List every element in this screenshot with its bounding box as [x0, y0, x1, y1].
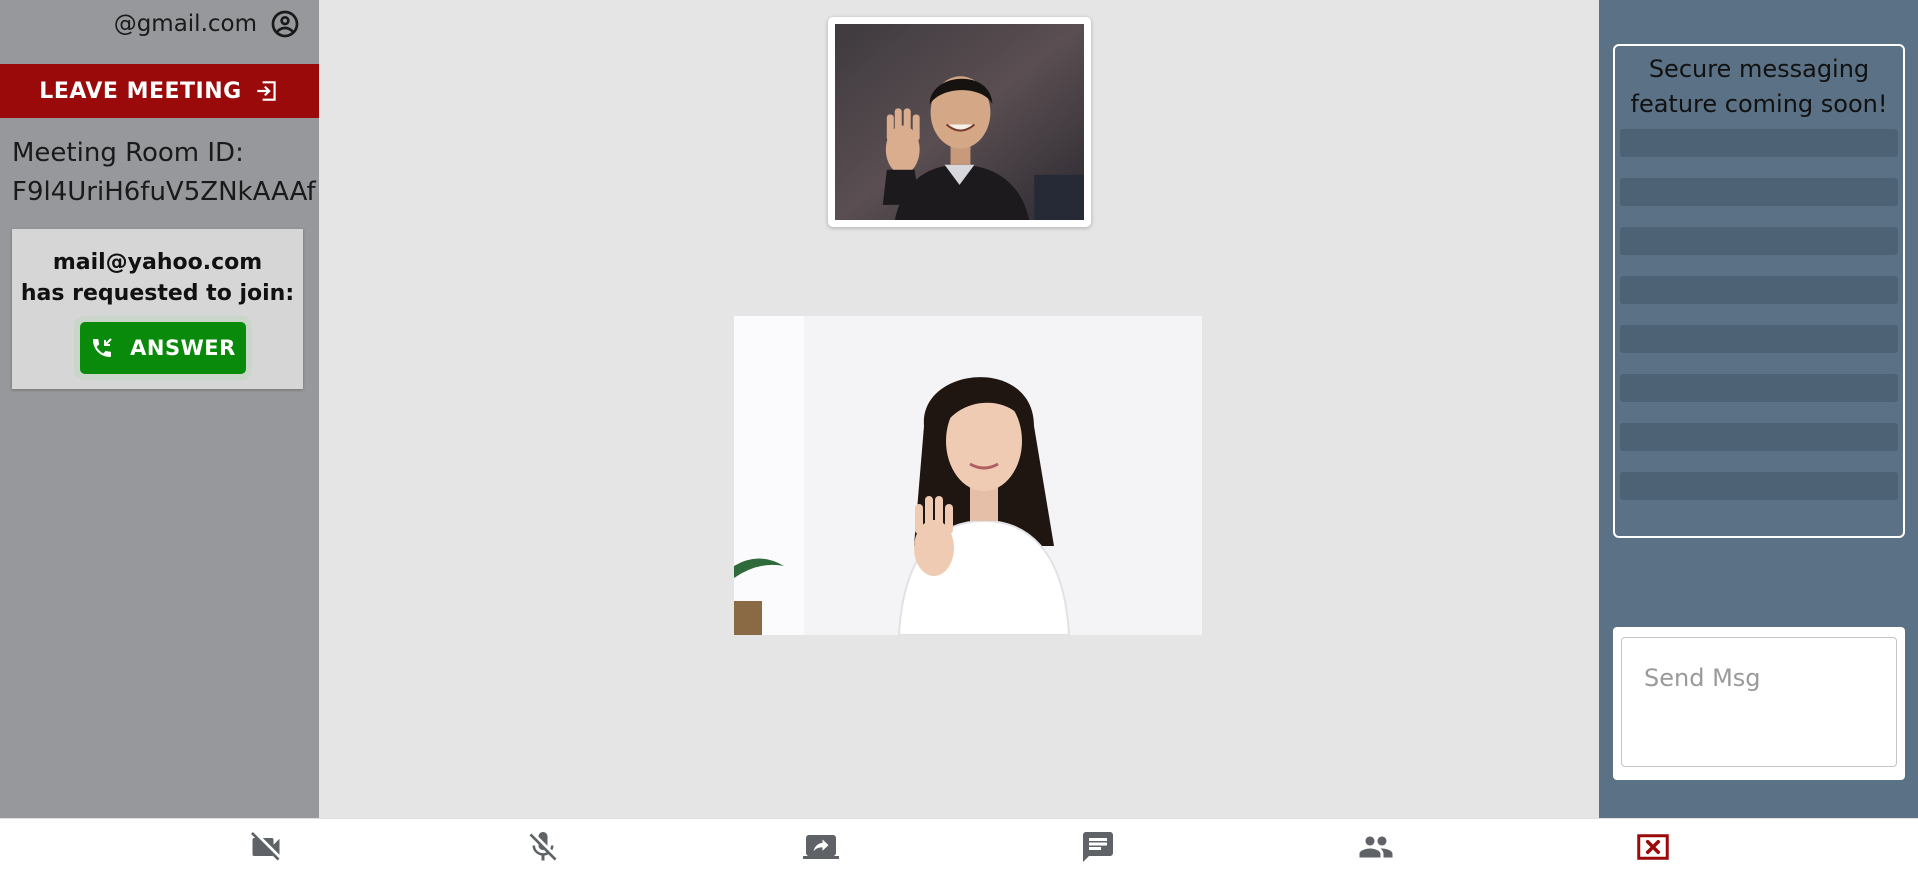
left-sidebar: @gmail.com LEAVE MEETING Meeting Room ID… [0, 0, 319, 818]
message-placeholder-lines [1619, 129, 1899, 500]
mic-off-button[interactable] [523, 829, 563, 865]
chat-notice: Secure messaging feature coming soon! [1630, 55, 1888, 118]
message-list: Secure messaging feature coming soon! [1613, 44, 1905, 538]
exit-icon [256, 81, 276, 101]
chat-button[interactable] [1078, 829, 1118, 865]
leave-meeting-button[interactable]: LEAVE MEETING [0, 64, 319, 118]
videocam-off-icon [251, 832, 280, 861]
room-id-value: F9l4UriH6fuV5ZNkAAAf [12, 177, 316, 207]
close-box-icon [1637, 834, 1669, 860]
join-request-card: mail@yahoo.com has requested to join: AN… [12, 229, 303, 389]
account-email: @gmail.com [113, 11, 257, 37]
leave-meeting-label: LEAVE MEETING [39, 78, 242, 104]
participant-video-woman [734, 316, 1202, 635]
account-circle-icon[interactable] [269, 8, 301, 40]
share-screen-button[interactable] [801, 829, 841, 865]
answer-label: ANSWER [130, 336, 236, 360]
message-line [1620, 423, 1898, 451]
requester-email: mail@yahoo.com [52, 250, 263, 275]
answer-button[interactable]: ANSWER [80, 322, 246, 374]
participants-button[interactable] [1356, 829, 1396, 865]
video-stage [319, 0, 1599, 818]
mic-off-icon [529, 832, 557, 861]
send-message-input[interactable] [1621, 637, 1897, 767]
message-line [1620, 325, 1898, 353]
people-icon [1359, 836, 1393, 858]
message-line [1620, 178, 1898, 206]
participant-video-man [835, 24, 1084, 220]
message-line [1620, 472, 1898, 500]
chat-panel: Secure messaging feature coming soon! [1599, 0, 1918, 818]
remote-video-small[interactable] [828, 17, 1091, 227]
chat-icon [1083, 832, 1113, 862]
remote-video-large[interactable] [734, 316, 1202, 635]
message-line [1620, 374, 1898, 402]
bottom-toolbar [0, 818, 1918, 874]
message-line [1620, 276, 1898, 304]
answer-button-focus-ring: ANSWER [74, 316, 252, 380]
send-message-container [1613, 627, 1905, 780]
account-info: @gmail.com [114, 8, 301, 40]
end-call-button[interactable] [1633, 829, 1673, 865]
request-message: has requested to join: [20, 281, 295, 306]
message-line [1620, 227, 1898, 255]
phone-incoming-icon [93, 338, 112, 357]
screen-share-icon [803, 835, 839, 859]
join-request-text: mail@yahoo.com has requested to join: [12, 247, 303, 309]
room-id-label: Meeting Room ID: [12, 138, 244, 168]
camera-off-button[interactable] [246, 829, 286, 865]
message-line [1620, 129, 1898, 157]
